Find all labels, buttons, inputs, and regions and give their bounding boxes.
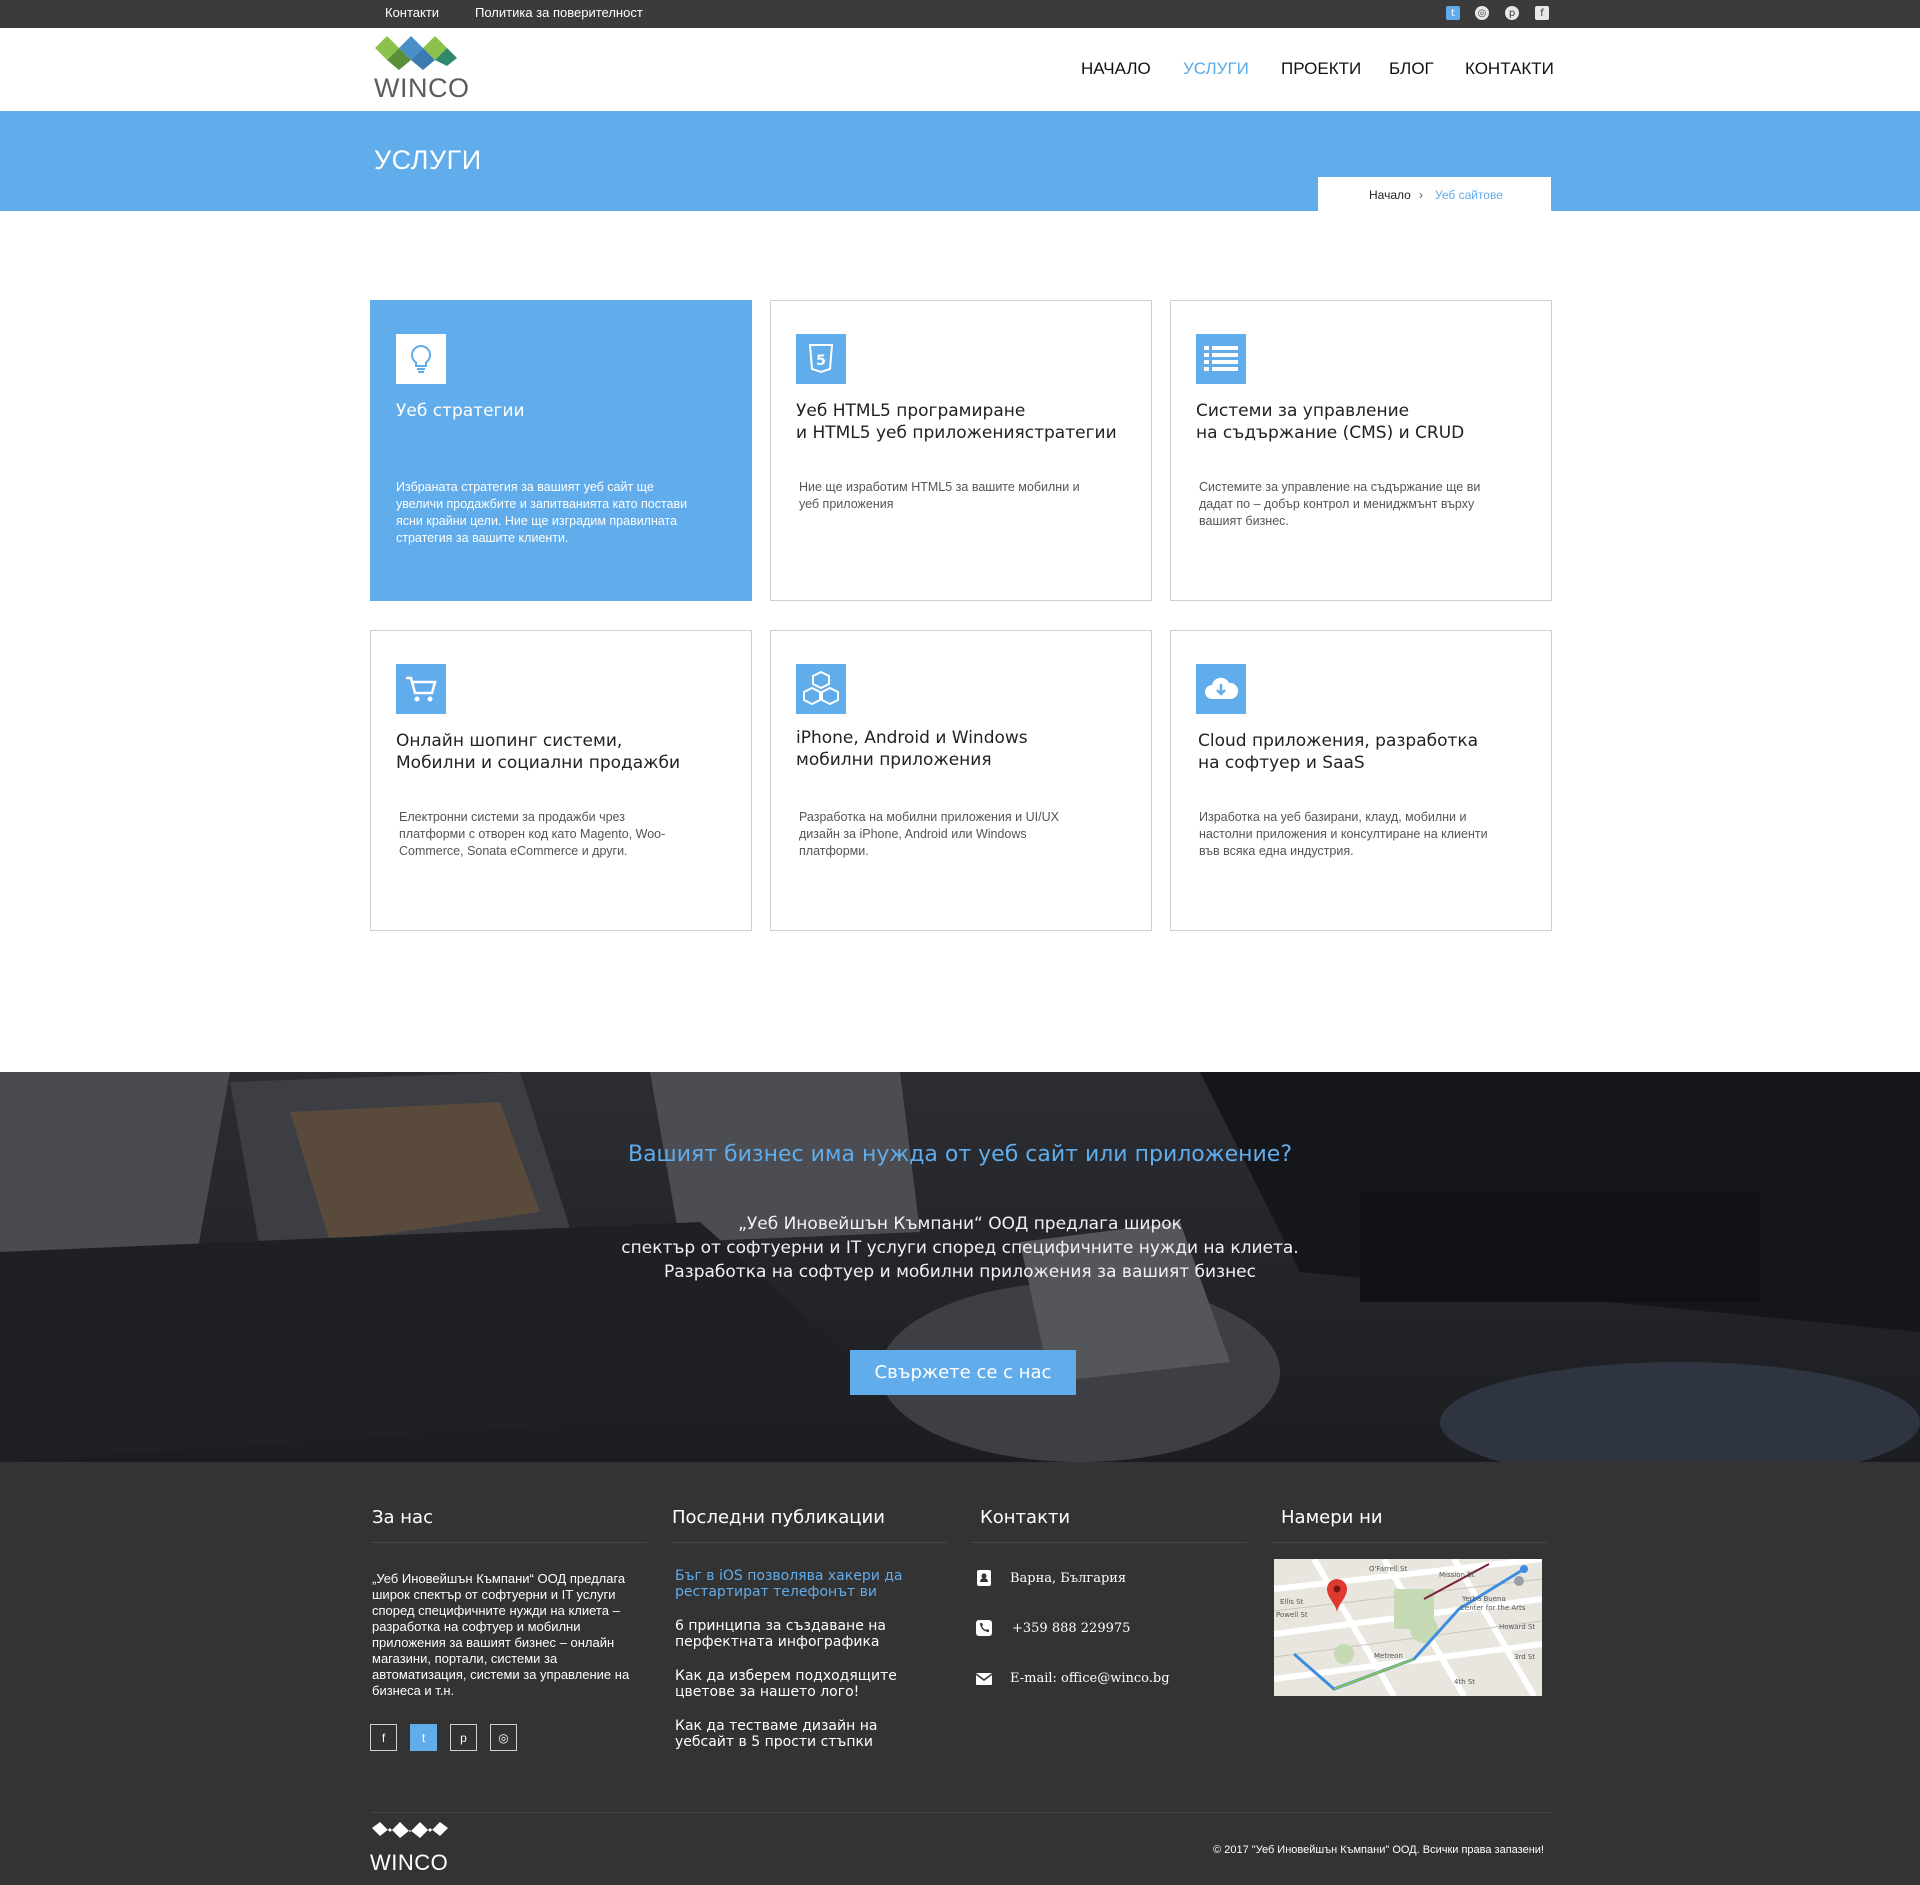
list-icon bbox=[1196, 334, 1246, 384]
service-card-web-strategies[interactable]: Уеб стратегии Избраната стратегия за ваш… bbox=[370, 300, 752, 601]
logo-text: WINCO bbox=[374, 73, 470, 103]
page-title: УСЛУГИ bbox=[374, 145, 482, 175]
map-label: Ellis St bbox=[1280, 1598, 1304, 1606]
map-label: Center for the Arts bbox=[1460, 1604, 1526, 1612]
html5-icon: 5 bbox=[796, 334, 846, 384]
footer-divider bbox=[671, 1542, 947, 1543]
map-label: Howard St bbox=[1499, 1623, 1535, 1631]
address-book-icon bbox=[977, 1570, 991, 1586]
service-description: Системите за управление на съдържание ще… bbox=[1199, 480, 1481, 528]
page-title-bar: УСЛУГИ Начало › Уеб сайтове bbox=[0, 111, 1920, 211]
breadcrumb: Начало › Уеб сайтове bbox=[1318, 177, 1551, 211]
map-label: 4th St bbox=[1454, 1678, 1475, 1686]
footer-logo-icon[interactable] bbox=[370, 1822, 450, 1848]
service-title: iPhone, Android и Windows мобилни прилож… bbox=[796, 728, 1028, 770]
cta-line-3: Разработка на софтуер и мобилни приложен… bbox=[664, 1262, 1256, 1282]
contact-us-button[interactable]: Свържете се с нас bbox=[850, 1350, 1076, 1395]
footer-contacts-heading: Контакти bbox=[980, 1507, 1071, 1528]
map-label: Powell St bbox=[1276, 1611, 1308, 1619]
footer-email[interactable]: E-mail: office@winco.bg bbox=[1010, 1671, 1170, 1686]
dribbble-icon[interactable]: ◎ bbox=[490, 1724, 517, 1751]
breadcrumb-home[interactable]: Начало bbox=[1369, 188, 1411, 202]
nav-projects[interactable]: ПРОЕКТИ bbox=[1281, 59, 1361, 79]
map-label: Metreon bbox=[1374, 1652, 1403, 1660]
cubes-icon bbox=[796, 664, 846, 714]
cta-section: Вашият бизнес има нужда от уеб сайт или … bbox=[0, 1072, 1920, 1462]
pinterest-icon[interactable]: p bbox=[450, 1724, 477, 1751]
service-card-cms[interactable]: Системи за управление на съдържание (CMS… bbox=[1170, 300, 1552, 601]
cloud-download-icon bbox=[1196, 664, 1246, 714]
cta-line-2: спектър от софтуерни и IT услуги според … bbox=[621, 1238, 1299, 1258]
nav-services[interactable]: УСЛУГИ bbox=[1183, 59, 1249, 79]
footer-divider bbox=[371, 1542, 647, 1543]
site-footer: За нас „Уеб Иновейшън Къмпани“ ООД предл… bbox=[0, 1462, 1920, 1885]
location-map[interactable]: Powell St Yerba Buena Center for the Art… bbox=[1274, 1559, 1542, 1696]
map-label: Mission St bbox=[1439, 1571, 1475, 1579]
service-title: Cloud приложения, разработка на софтуер … bbox=[1198, 731, 1479, 773]
pinterest-icon[interactable]: p bbox=[1505, 6, 1519, 20]
twitter-icon[interactable]: t bbox=[1446, 6, 1460, 20]
cta-line-1: „Уеб Иновейшън Къмпани“ ООД предлага шир… bbox=[738, 1214, 1182, 1234]
service-title: Онлайн шопинг системи, Мобилни и социалн… bbox=[396, 731, 681, 773]
service-description: Разработка на мобилни приложения и UI/UX… bbox=[799, 810, 1059, 858]
footer-posts-heading: Последни публикации bbox=[672, 1507, 885, 1528]
shopping-cart-icon bbox=[396, 664, 446, 714]
site-header: WINCO НАЧАЛО УСЛУГИ ПРОЕКТИ БЛОГ КОНТАКТ… bbox=[0, 28, 1920, 111]
map-label: 3rd St bbox=[1514, 1653, 1535, 1661]
cta-heading: Вашият бизнес има нужда от уеб сайт или … bbox=[627, 1142, 1293, 1167]
map-label: O'Farrell St bbox=[1369, 1565, 1407, 1573]
copyright-text: © 2017 "Уеб Иновейшън Къмпани" ООД. Всич… bbox=[1213, 1844, 1544, 1856]
service-description: Избраната стратегия за вашият уеб сайт щ… bbox=[396, 480, 688, 545]
footer-post-link[interactable]: Как да тестваме дизайн на уебсайт в 5 пр… bbox=[675, 1718, 925, 1750]
footer-address: Варна, България bbox=[1010, 1571, 1127, 1586]
nav-home[interactable]: НАЧАЛО bbox=[1081, 59, 1151, 79]
facebook-icon[interactable]: f bbox=[1535, 6, 1549, 20]
footer-logo-text: WINCO bbox=[370, 1850, 449, 1875]
footer-divider bbox=[971, 1542, 1247, 1543]
footer-post-link[interactable]: Бъг в iOS позволява хакери да рестартира… bbox=[675, 1568, 925, 1600]
breadcrumb-current: Уеб сайтове bbox=[1435, 188, 1503, 202]
lightbulb-icon bbox=[396, 334, 446, 384]
service-description: Ние ще изработим HTML5 за вашите мобилни… bbox=[799, 480, 1080, 511]
facebook-icon[interactable]: f bbox=[370, 1724, 397, 1751]
phone-icon bbox=[976, 1620, 992, 1636]
topbar-link-contacts[interactable]: Контакти bbox=[385, 5, 439, 20]
service-card-mobile-apps[interactable]: iPhone, Android и Windows мобилни прилож… bbox=[770, 630, 1152, 931]
service-card-ecommerce[interactable]: Онлайн шопинг системи, Мобилни и социалн… bbox=[370, 630, 752, 931]
footer-phone: +359 888 229975 bbox=[1012, 1621, 1131, 1636]
dribbble-icon[interactable]: ◎ bbox=[1475, 6, 1489, 20]
nav-blog[interactable]: БЛОГ bbox=[1389, 59, 1434, 79]
service-title: Системи за управление на съдържание (CMS… bbox=[1196, 401, 1465, 443]
service-card-html5[interactable]: 5 Уеб HTML5 програмиране и HTML5 уеб при… bbox=[770, 300, 1152, 601]
service-description: Изработка на уеб базирани, клауд, мобилн… bbox=[1199, 810, 1488, 858]
footer-about-heading: За нас bbox=[372, 1507, 433, 1528]
service-title: Уеб HTML5 програмиране и HTML5 уеб прило… bbox=[796, 401, 1117, 443]
footer-bottom-divider bbox=[371, 1812, 1551, 1813]
twitter-icon[interactable]: t bbox=[410, 1724, 437, 1751]
topbar-link-privacy[interactable]: Политика за поверителност bbox=[475, 5, 643, 20]
footer-post-link[interactable]: 6 принципа за създаване на перфектната и… bbox=[675, 1618, 925, 1650]
footer-map-heading: Намери ни bbox=[1281, 1507, 1383, 1528]
footer-about-text: „Уеб Иновейшън Къмпани“ ООД предлага шир… bbox=[372, 1571, 630, 1698]
nav-contacts[interactable]: КОНТАКТИ bbox=[1465, 59, 1554, 79]
service-description: Електронни системи за продажби чрез плат… bbox=[399, 810, 666, 858]
top-bar: Контакти Политика за поверителност t ◎ p… bbox=[0, 0, 1920, 28]
map-label: Yerba Buena bbox=[1461, 1595, 1506, 1603]
service-card-cloud[interactable]: Cloud приложения, разработка на софтуер … bbox=[1170, 630, 1552, 931]
breadcrumb-separator: › bbox=[1419, 188, 1423, 202]
service-title: Уеб стратегии bbox=[396, 401, 525, 421]
envelope-icon bbox=[975, 1673, 993, 1685]
footer-divider bbox=[1271, 1542, 1547, 1543]
svg-text:5: 5 bbox=[816, 353, 826, 369]
footer-post-link[interactable]: Как да изберем подходящите цветове за на… bbox=[675, 1668, 925, 1700]
